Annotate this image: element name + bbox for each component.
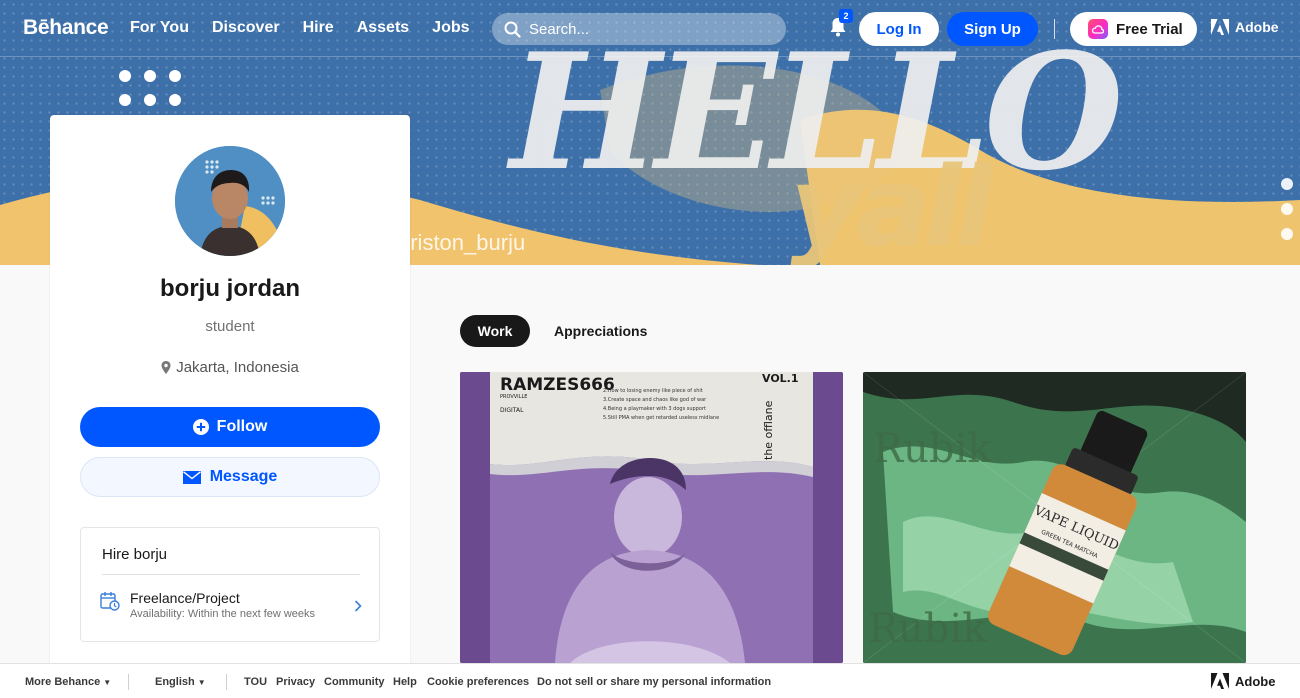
project-thumbnail-2[interactable]: Rubik Rubik VAPE LIQUID GREEN TEA MATCHA [863,372,1246,663]
behance-logo[interactable]: Bēhance [23,16,109,40]
language-dropdown[interactable]: English ▼ [155,676,206,688]
caret-down-icon: ▼ [197,678,206,687]
footer: More Behance ▼ English ▼ TOU Privacy Commu… [0,663,1300,698]
hire-option-freelance[interactable]: Freelance/Project Availability: Within t… [100,590,362,624]
hire-panel: Hire borju Freelance/Project Availabilit… [80,527,380,642]
adobe-icon [1211,19,1229,35]
hire-option-availability: Availability: Within the next few weeks [130,608,316,620]
nav-link-jobs[interactable]: Jobs [432,19,469,37]
top-navigation: Bēhance For You Discover Hire Assets Job… [0,0,1300,57]
location-pin-icon [161,361,171,374]
footer-divider [128,674,129,690]
caret-down-icon: ▼ [103,678,112,687]
envelope-icon [182,470,201,484]
project-1-list-3: 5.Still PMA when get retarded useless mi… [603,415,719,421]
message-label: Message [209,468,278,485]
hire-option-title: Freelance/Project [130,590,240,606]
footer-link-cookie-preferences[interactable]: Cookie preferences [427,676,529,688]
notification-badge: 2 [839,9,853,23]
nav-divider [1054,19,1055,39]
hire-divider [102,574,360,575]
search-icon [504,21,521,38]
banner-dots-left [119,70,181,106]
profile-name: borju jordan [160,275,300,302]
free-trial-label: Free Trial [1116,20,1183,38]
footer-divider [226,674,227,690]
login-button[interactable]: Log In [859,12,939,46]
footer-adobe-label: Adobe [1235,673,1276,689]
nav-link-hire[interactable]: Hire [303,19,334,37]
search-input[interactable] [529,20,769,38]
tab-appreciations[interactable]: Appreciations [554,323,647,339]
adobe-icon [1211,673,1229,689]
nav-link-discover[interactable]: Discover [212,19,280,37]
follow-label: Follow [216,418,268,435]
language-label: English [155,676,195,688]
project-thumbnail-1[interactable]: RAMZES666 PROVVILLE DIGITAL 2.How to los… [460,372,843,663]
tab-work[interactable]: Work [460,315,530,347]
free-trial-button[interactable]: Free Trial [1070,12,1197,46]
search-bar[interactable] [492,13,786,45]
project-1-title-text: RAMZES666 [500,375,615,395]
banner-subline-text: yall [790,143,995,265]
profile-location: Jakarta, Indonesia [50,359,410,376]
profile-occupation: student [205,318,255,335]
avatar-image [175,146,285,256]
project-2-artwork: Rubik Rubik VAPE LIQUID GREEN TEA MATCHA [863,372,1246,663]
project-1-vol: VOL.1 [762,372,799,385]
adobe-label: Adobe [1235,19,1279,35]
chevron-right-icon [354,600,362,612]
project-1-artwork: RAMZES666 PROVVILLE DIGITAL 2.How to los… [460,372,843,663]
nav-link-for-you[interactable]: For You [130,19,189,37]
location-label: Jakarta, Indonesia [176,359,299,376]
plus-circle-icon [192,419,209,435]
footer-link-do-not-sell[interactable]: Do not sell or share my personal informa… [537,676,771,688]
more-behance-dropdown[interactable]: More Behance ▼ [25,676,111,688]
nav-links: For You Discover Hire Assets Jobs [130,19,493,37]
project-1-tag1: PROVVILLE [500,394,527,400]
nav-link-assets[interactable]: Assets [357,19,409,37]
footer-adobe-link[interactable]: Adobe [1211,673,1275,689]
project-1-list-2: 4.Being a playmaker with 3 dogs support [603,406,706,412]
footer-link-tou[interactable]: TOU [244,676,267,688]
message-button[interactable]: Message [80,457,380,497]
footer-link-help[interactable]: Help [393,676,417,688]
project-2-brand-text: Rubik [873,426,992,472]
creative-cloud-icon [1088,19,1108,39]
notifications-button[interactable]: 2 [829,9,853,39]
footer-link-privacy[interactable]: Privacy [276,676,315,688]
hire-title: Hire borju [102,546,168,563]
project-1-list-1: 3.Create space and chaos like god of war [603,397,707,403]
banner-dots-right [1281,178,1293,240]
project-1-tag2: DIGITAL [500,407,524,414]
project-1-list-0: 2.How to losing enemy like piece of shit [603,388,703,394]
project-1-subtitle: the offlane [762,400,775,460]
avatar[interactable] [175,146,285,256]
project-2-brand-text-2: Rubik [868,606,987,652]
footer-link-community[interactable]: Community [324,676,385,688]
signup-button[interactable]: Sign Up [947,12,1038,46]
banner-handle: briston_burju [398,230,526,255]
profile-card: borju jordan student Jakarta, Indonesia … [50,115,410,675]
calendar-clock-icon [100,592,120,611]
more-behance-label: More Behance [25,676,101,688]
adobe-link[interactable]: Adobe [1211,19,1279,35]
follow-button[interactable]: Follow [80,407,380,447]
